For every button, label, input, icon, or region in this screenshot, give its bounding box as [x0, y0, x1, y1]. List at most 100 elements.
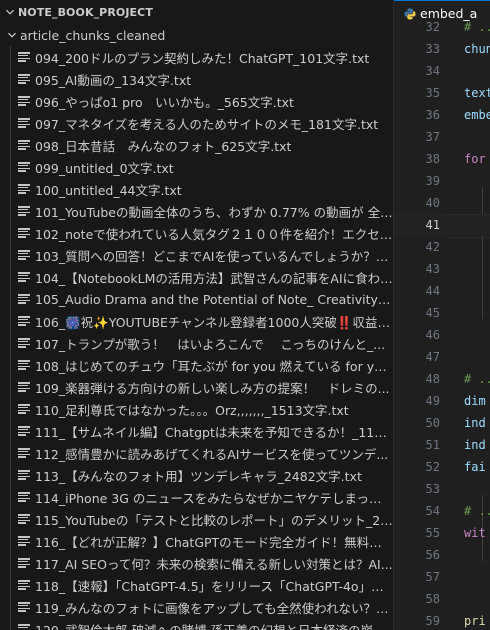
text-file-icon: [18, 448, 30, 458]
file-label: 100_untitled_44文字.txt: [35, 182, 182, 198]
line-number: 49: [425, 394, 440, 408]
file-item[interactable]: 102_noteで使われている人気タグ２１００件を紹介！エクセル...: [0, 222, 393, 244]
line-number: 55: [425, 526, 440, 540]
file-label: 107_トランプが歌う！ はいよろこんで こっちのけんと_...: [35, 336, 386, 352]
file-item[interactable]: 104_【NotebookLMの活用方法】武智さんの記事をAIに食わせ...: [0, 266, 393, 288]
file-label: 119_みんなのフォトに画像をアップしても全然使われない？_...: [35, 600, 393, 616]
line-number: 47: [425, 350, 440, 364]
code-line: 48 # ...: [394, 368, 490, 390]
file-item[interactable]: 110_足利尊氏ではなかった。。。Orz,,,,,,,_1513文字.txt: [0, 398, 393, 420]
code-line: 47: [394, 346, 490, 368]
text-file-icon: [18, 382, 30, 392]
text-file-icon: [18, 426, 30, 436]
text-file-icon: [18, 228, 30, 238]
code-line: 40: [394, 192, 490, 214]
file-item[interactable]: 108_はじめてのチュウ「耳たぶが for you 燃えている for you.…: [0, 354, 393, 376]
file-label: 095_AI動画の_134文字.txt: [35, 72, 192, 88]
file-item[interactable]: 118_【速報】「ChatGPT-4.5」をリリース「ChatGPT-4o」の主…: [0, 574, 393, 596]
code-text: dim: [464, 394, 486, 408]
line-number: 32: [425, 20, 440, 34]
file-label: 097_マネタイズを考える人のためサイトのメモ_181文字.txt: [35, 116, 379, 132]
text-file-icon: [18, 96, 30, 106]
code-text: # ...: [464, 504, 490, 518]
file-item[interactable]: 120_武智倫太郎 破滅への賭博 孫正義の幻想と日本経済の崩...: [0, 618, 393, 630]
file-list: 094_200ドルのプラン契約しみた！ChatGPT_101文字.txt 095_…: [0, 46, 393, 630]
line-number: 59: [425, 614, 440, 628]
file-item[interactable]: 096_やっぱo1 pro いいかも。_565文字.txt: [0, 90, 393, 112]
text-file-icon: [18, 580, 30, 590]
text-file-icon: [18, 140, 30, 150]
file-item[interactable]: 095_AI動画の_134文字.txt: [0, 68, 393, 90]
code-text: ind: [464, 438, 486, 452]
text-file-icon: [18, 74, 30, 84]
file-item[interactable]: 094_200ドルのプラン契約しみた！ChatGPT_101文字.txt: [0, 46, 393, 68]
code-line: 35 text: [394, 82, 490, 104]
code-line: 50 ind: [394, 412, 490, 434]
line-number: 51: [425, 438, 440, 452]
code-line: 36 embe: [394, 104, 490, 126]
line-number: 50: [425, 416, 440, 430]
code-text: # ...: [464, 20, 490, 34]
file-item[interactable]: 119_みんなのフォトに画像をアップしても全然使われない？_...: [0, 596, 393, 618]
file-label: 101_YouTubeの動画全体のうち、わずか 0.77% の動画が 全再...: [35, 204, 393, 220]
code-area[interactable]: 32 # ... 33 chun 34 35 text 36 embe 37 38 for 39 40 41…: [394, 16, 490, 630]
text-file-icon: [18, 206, 30, 216]
line-number: 54: [425, 504, 440, 518]
file-item[interactable]: 113_【みんなのフォト用】ツンデレキャラ_2482文字.txt: [0, 464, 393, 486]
file-label: 105_Audio Drama and the Potential of Not…: [35, 291, 393, 307]
code-line: 43: [394, 258, 490, 280]
file-item[interactable]: 117_AI SEOって何？未来の検索に備える新しい対策とは？AI...: [0, 552, 393, 574]
code-line: 38 for: [394, 148, 490, 170]
text-file-icon: [18, 558, 30, 568]
file-item[interactable]: 109_楽器弾ける方向けの新しい楽しみ方の提案！ ドレミの...: [0, 376, 393, 398]
line-number: 58: [425, 592, 440, 606]
text-file-icon: [18, 272, 30, 282]
code-text: wit: [464, 526, 486, 540]
explorer-pane: NOTE_BOOK_PROJECT article_chunks_cleaned…: [0, 0, 393, 630]
line-number: 36: [425, 108, 440, 122]
code-text: fai: [464, 460, 486, 474]
file-label: 114_iPhone 3G のニュースをみたらなぜかニヤケテしまった!(...: [35, 490, 393, 506]
file-item[interactable]: 115_YouTubeの「テストと比較のレポート」のデメリット_26...: [0, 508, 393, 530]
file-item[interactable]: 099_untitled_0文字.txt: [0, 156, 393, 178]
code-line: 41: [394, 214, 490, 238]
chevron-down-icon: [2, 7, 18, 17]
code-line: 34: [394, 60, 490, 82]
line-number: 52: [425, 460, 440, 474]
file-label: 104_【NotebookLMの活用方法】武智さんの記事をAIに食わせ...: [35, 270, 393, 286]
file-label: 118_【速報】「ChatGPT-4.5」をリリース「ChatGPT-4o」の主…: [35, 578, 393, 594]
file-item[interactable]: 101_YouTubeの動画全体のうち、わずか 0.77% の動画が 全再...: [0, 200, 393, 222]
file-label: 117_AI SEOって何？未来の検索に備える新しい対策とは？AI...: [35, 556, 393, 572]
line-number: 35: [425, 86, 440, 100]
text-file-icon: [18, 250, 30, 260]
file-item[interactable]: 097_マネタイズを考える人のためサイトのメモ_181文字.txt: [0, 112, 393, 134]
file-item[interactable]: 114_iPhone 3G のニュースをみたらなぜかニヤケテしまった!(...: [0, 486, 393, 508]
file-item[interactable]: 116_【どれが正解？】ChatGPTのモード完全ガイド！無料ユ...: [0, 530, 393, 552]
file-label: 096_やっぱo1 pro いいかも。_565文字.txt: [35, 94, 294, 110]
line-number: 46: [425, 328, 440, 342]
file-label: 112_感情豊かに読みあげてくれるAIサービスを使ってツンデ...: [35, 446, 389, 462]
file-item[interactable]: 112_感情豊かに読みあげてくれるAIサービスを使ってツンデ...: [0, 442, 393, 464]
project-section-header[interactable]: NOTE_BOOK_PROJECT: [0, 0, 393, 24]
line-number: 57: [425, 570, 440, 584]
file-label: 115_YouTubeの「テストと比較のレポート」のデメリット_26...: [35, 512, 393, 528]
file-label: 111_【サムネイル編】Chatgptは未来を予知できるか！_1140...: [35, 424, 393, 440]
folder-article-chunks[interactable]: article_chunks_cleaned: [0, 24, 393, 46]
file-item[interactable]: 106_🎆祝✨YOUTUBEチャンネル登録者1000人突破‼️収益化...: [0, 310, 393, 332]
file-label: 094_200ドルのプラン契約しみた！ChatGPT_101文字.txt: [35, 50, 370, 66]
text-file-icon: [18, 360, 30, 370]
text-file-icon: [18, 162, 30, 172]
file-item[interactable]: 100_untitled_44文字.txt: [0, 178, 393, 200]
file-label: 109_楽器弾ける方向けの新しい楽しみ方の提案！ ドレミの...: [35, 380, 390, 396]
file-item[interactable]: 103_質問への回答！どこまでAIを使っているんでしょうか？_...: [0, 244, 393, 266]
code-line: 58: [394, 588, 490, 610]
file-item[interactable]: 098_日本昔話 みんなのフォト_625文字.txt: [0, 134, 393, 156]
file-item[interactable]: 105_Audio Drama and the Potential of Not…: [0, 288, 393, 310]
file-label: 102_noteで使われている人気タグ２１００件を紹介！エクセル...: [35, 226, 393, 242]
file-label: 113_【みんなのフォト用】ツンデレキャラ_2482文字.txt: [35, 468, 362, 484]
code-text: pri: [464, 614, 486, 628]
code-line: 39: [394, 170, 490, 192]
file-item[interactable]: 111_【サムネイル編】Chatgptは未来を予知できるか！_1140...: [0, 420, 393, 442]
line-number: 45: [425, 306, 440, 320]
file-item[interactable]: 107_トランプが歌う！ はいよろこんで こっちのけんと_...: [0, 332, 393, 354]
